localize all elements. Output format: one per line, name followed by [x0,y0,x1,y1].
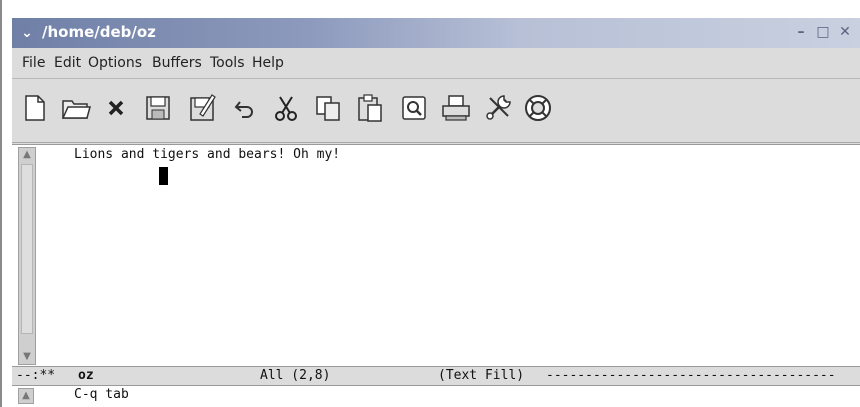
menu-edit[interactable]: Edit [54,55,81,71]
undo-icon[interactable] [226,90,262,126]
help-lifebuoy-icon[interactable] [520,90,556,126]
menu-options[interactable]: Options [88,55,142,71]
menu-file[interactable]: File [22,55,45,71]
save-as-icon[interactable] [184,90,220,126]
menu-help[interactable]: Help [252,55,284,71]
buffer-text-line[interactable]: Lions and tigers and bears! Oh my! [74,147,340,162]
vertical-scrollbar[interactable]: ▲ ▼ [18,147,36,365]
customize-tools-icon[interactable] [480,90,516,126]
text-cursor [159,167,168,185]
menu-tools[interactable]: Tools [210,55,245,71]
open-folder-icon[interactable] [58,90,94,126]
maximize-icon[interactable]: □ [816,25,830,39]
scroll-down-arrow-icon[interactable]: ▼ [19,350,35,364]
new-file-icon[interactable] [16,90,52,126]
cut-icon[interactable] [268,90,304,126]
close-icon[interactable]: ✕ [838,25,852,39]
copy-icon[interactable] [310,90,346,126]
close-x-icon[interactable] [98,90,134,126]
minimize-icon[interactable]: – [794,25,808,39]
menu-bar: File Edit Options Buffers Tools Help [12,48,860,79]
paste-icon[interactable] [352,90,388,126]
print-icon[interactable] [438,90,474,126]
edit-area[interactable]: ▲ ▼ Lions and tigers and bears! Oh my! [12,144,860,367]
window-menu-icon[interactable]: ⌄ [18,24,36,42]
search-icon[interactable] [396,90,432,126]
toolbar [12,80,860,143]
emacs-window: ⌄ /home/deb/oz – □ ✕ File Edit Options B… [12,18,860,407]
minibuffer[interactable]: ▲ C-q tab [12,386,860,407]
modeline-status: --:** [16,368,56,383]
save-icon[interactable] [140,90,176,126]
modeline-mode: (Text Fill) [438,368,525,383]
minibuffer-scroll-icon: ▲ [18,388,34,404]
modeline-buffer-name: oz [78,368,94,383]
scrollbar-thumb[interactable] [21,164,33,334]
menu-buffers[interactable]: Buffers [152,55,202,71]
window-title: /home/deb/oz [42,23,156,41]
mode-line[interactable]: --:** oz All (2,8) (Text Fill) ---------… [12,366,860,386]
title-bar[interactable]: ⌄ /home/deb/oz – □ ✕ [12,18,860,48]
modeline-fill: ------------------------------------- [546,368,836,383]
modeline-position: All (2,8) [260,368,331,383]
scroll-up-arrow-icon[interactable]: ▲ [19,148,35,162]
minibuffer-text: C-q tab [74,387,129,402]
